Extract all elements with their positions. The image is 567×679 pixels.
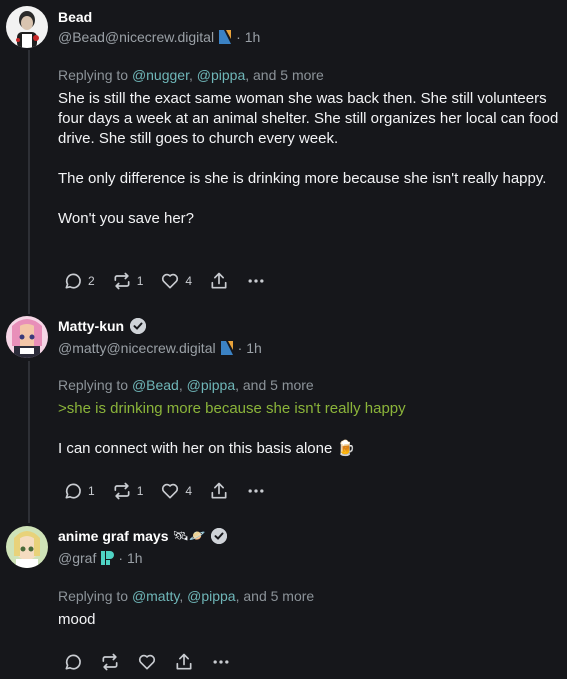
avatar[interactable] <box>6 6 48 48</box>
paragraph: mood <box>58 611 96 628</box>
paragraph: Won't you save her? <box>58 210 194 227</box>
mention-link[interactable]: @Bead <box>132 377 179 393</box>
action-bar: 2 1 4 <box>63 271 283 291</box>
post-time[interactable]: 1h <box>245 29 261 45</box>
reply-button[interactable]: 2 <box>63 271 95 291</box>
like-count: 4 <box>185 274 193 288</box>
action-bar: 1 1 4 <box>63 481 283 501</box>
share-button[interactable] <box>209 271 229 291</box>
beer-emoji: 🍺 <box>336 440 356 457</box>
heart-icon <box>162 273 179 289</box>
satellite-planet-emoji: 🛰🪐 <box>172 528 206 543</box>
mention-link[interactable]: @pippa <box>187 588 235 604</box>
repost-button[interactable] <box>100 652 120 672</box>
like-count: 4 <box>185 484 193 498</box>
greentext-quote: >she is drinking more because she isn't … <box>58 400 406 417</box>
like-button[interactable]: 4 <box>160 271 192 291</box>
mention-link[interactable]: @pippa <box>187 377 235 393</box>
repost-button[interactable]: 1 <box>112 271 144 291</box>
paragraph: She is still the exact same woman she wa… <box>58 90 559 147</box>
reply-count: 2 <box>88 274 95 288</box>
reply-button[interactable] <box>63 652 83 672</box>
status-post[interactable]: Bead @Bead@nicecrew.digital · 1h Replyin… <box>0 0 567 310</box>
nicecrew-n-icon <box>220 340 234 356</box>
mention-link[interactable]: @pippa <box>197 67 245 83</box>
post-time[interactable]: 1h <box>246 340 262 356</box>
repost-icon <box>114 482 130 500</box>
post-content: >she is drinking more because she isn't … <box>58 399 566 459</box>
reply-icon <box>65 483 81 499</box>
more-button[interactable] <box>211 652 231 672</box>
action-bar <box>63 652 248 672</box>
post-content: She is still the exact same woman she wa… <box>58 89 566 229</box>
verified-badge-icon <box>130 318 147 334</box>
repost-count: 1 <box>136 484 144 498</box>
mention-link[interactable]: @matty <box>132 588 179 604</box>
more-button[interactable] <box>246 481 266 501</box>
status-post[interactable]: Matty-kun @matty@nicecrew.digital · 1h R… <box>0 310 567 520</box>
replying-to: Replying to @Bead, @pippa, and 5 more <box>58 377 314 393</box>
replying-to: Replying to @matty, @pippa, and 5 more <box>58 588 315 604</box>
more-icon <box>248 279 264 283</box>
separator: · <box>237 340 243 356</box>
share-icon <box>211 482 227 499</box>
repost-icon <box>102 653 118 671</box>
mention-link[interactable]: @nugger <box>132 67 189 83</box>
like-button[interactable] <box>137 652 157 672</box>
share-button[interactable] <box>209 481 229 501</box>
replying-to: Replying to @nugger, @pippa, and 5 more <box>58 67 324 83</box>
share-icon <box>211 272 227 289</box>
separator: · <box>118 550 124 566</box>
share-icon <box>176 653 192 670</box>
reply-icon <box>65 273 81 289</box>
post-content: mood <box>58 610 566 630</box>
pleroma-p-icon <box>100 550 115 566</box>
post-time[interactable]: 1h <box>127 550 143 566</box>
like-button[interactable]: 4 <box>160 481 192 501</box>
display-name[interactable]: Bead <box>58 9 92 25</box>
display-name[interactable]: Matty-kun <box>58 318 124 334</box>
nicecrew-n-icon <box>218 29 232 45</box>
more-button[interactable] <box>246 271 266 291</box>
more-icon <box>248 489 264 493</box>
display-name[interactable]: anime graf mays <box>58 528 169 544</box>
paragraph: The only difference is she is drinking m… <box>58 170 547 187</box>
account-handle[interactable]: @Bead@nicecrew.digital <box>58 29 214 45</box>
heart-icon <box>138 654 156 670</box>
status-post[interactable]: anime graf mays 🛰🪐 @graf · 1h Replying t… <box>0 520 567 679</box>
share-button[interactable] <box>174 652 194 672</box>
repost-icon <box>114 272 130 290</box>
account-handle[interactable]: @matty@nicecrew.digital <box>58 340 216 356</box>
repost-count: 1 <box>136 274 144 288</box>
reply-count: 1 <box>88 484 95 498</box>
reply-button[interactable]: 1 <box>63 481 95 501</box>
account-handle[interactable]: @graf <box>58 550 96 566</box>
avatar[interactable] <box>6 316 48 358</box>
heart-icon <box>162 483 179 499</box>
avatar[interactable] <box>6 526 48 568</box>
repost-button[interactable]: 1 <box>112 481 144 501</box>
timeline-feed: Bead @Bead@nicecrew.digital · 1h Replyin… <box>0 0 567 679</box>
paragraph: I can connect with her on this basis alo… <box>58 440 356 457</box>
reply-icon <box>65 654 81 670</box>
separator: · <box>236 29 241 45</box>
verified-badge-icon <box>211 528 228 544</box>
more-icon <box>213 660 229 664</box>
